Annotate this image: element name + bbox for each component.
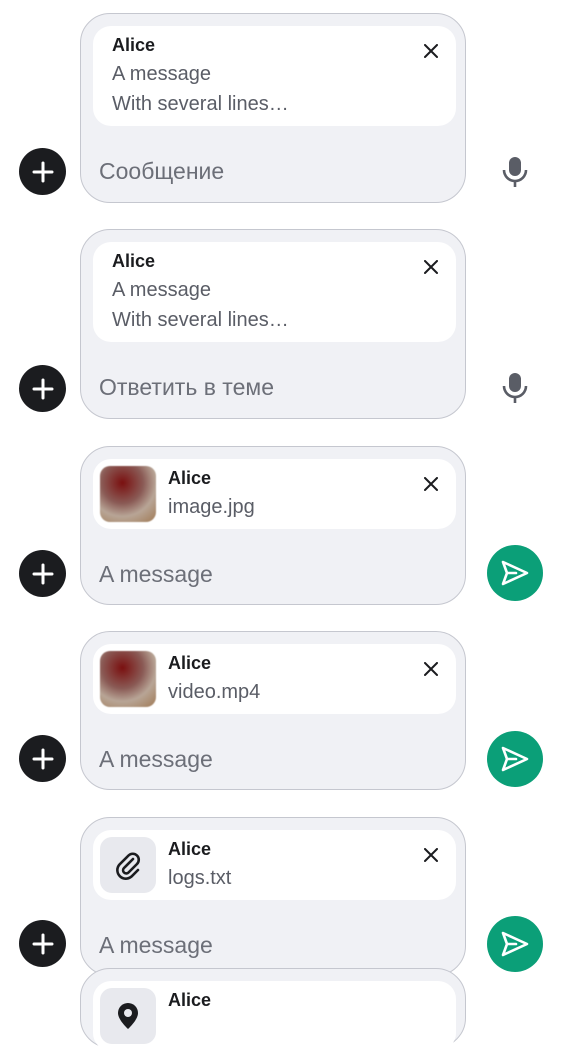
close-icon[interactable] [420, 473, 442, 495]
microphone-icon [502, 157, 528, 187]
reply-sender: Alice [168, 468, 212, 488]
reply-preview: Alice [93, 981, 456, 1051]
reply-line-2: With several lines… [112, 309, 289, 331]
add-attachment-button[interactable] [19, 735, 66, 782]
plus-icon [32, 748, 53, 769]
send-button[interactable] [487, 731, 543, 787]
close-icon[interactable] [420, 40, 442, 62]
reply-sender: Alice [168, 653, 212, 673]
microphone-button[interactable] [493, 366, 537, 410]
reply-sender: Alice [112, 35, 156, 55]
plus-icon [32, 161, 53, 182]
add-attachment-button[interactable] [19, 920, 66, 967]
reply-preview: Alice A message With several lines… [93, 242, 456, 342]
location-pin-icon [118, 1003, 138, 1029]
reply-preview: Alice video.mp4 [93, 644, 456, 714]
message-composer[interactable]: Alice video.mp4 A message [80, 631, 466, 790]
close-icon[interactable] [420, 256, 442, 278]
send-button[interactable] [487, 545, 543, 601]
send-icon [501, 560, 529, 586]
close-icon[interactable] [420, 658, 442, 680]
image-thumbnail [100, 466, 156, 522]
reply-sender: Alice [168, 990, 212, 1010]
plus-icon [32, 563, 53, 584]
message-composer[interactable]: Alice logs.txt A message [80, 817, 466, 976]
reply-preview: Alice A message With several lines… [93, 26, 456, 126]
message-input-placeholder[interactable]: A message [99, 561, 213, 588]
reply-sender: Alice [168, 839, 212, 859]
reply-line-1: A message [112, 279, 211, 301]
plus-icon [32, 378, 53, 399]
file-thumbnail [100, 837, 156, 893]
message-input-placeholder[interactable]: Сообщение [99, 158, 224, 185]
message-composer[interactable]: Alice A message With several lines… Отве… [80, 229, 466, 419]
message-input-placeholder[interactable]: Ответить в теме [99, 374, 274, 401]
message-input-placeholder[interactable]: A message [99, 746, 213, 773]
close-icon[interactable] [420, 844, 442, 866]
message-input-placeholder[interactable]: A message [99, 932, 213, 959]
reply-filename: video.mp4 [168, 681, 261, 703]
location-thumbnail [100, 988, 156, 1044]
reply-preview: Alice logs.txt [93, 830, 456, 900]
message-composer[interactable]: Alice image.jpg A message [80, 446, 466, 605]
video-thumbnail [100, 651, 156, 707]
send-icon [501, 931, 529, 957]
reply-line-2: With several lines… [112, 93, 289, 115]
microphone-button[interactable] [493, 150, 537, 194]
send-button[interactable] [487, 916, 543, 972]
reply-line-1: A message [112, 63, 211, 85]
message-composer[interactable]: Alice [80, 968, 466, 1051]
add-attachment-button[interactable] [19, 550, 66, 597]
reply-filename: logs.txt [168, 867, 232, 889]
plus-icon [32, 933, 53, 954]
add-attachment-button[interactable] [19, 148, 66, 195]
paperclip-icon [116, 852, 140, 880]
message-composer[interactable]: Alice A message With several lines… Сооб… [80, 13, 466, 203]
reply-sender: Alice [112, 251, 156, 271]
send-icon [501, 746, 529, 772]
microphone-icon [502, 373, 528, 403]
reply-preview: Alice image.jpg [93, 459, 456, 529]
add-attachment-button[interactable] [19, 365, 66, 412]
reply-filename: image.jpg [168, 496, 255, 518]
